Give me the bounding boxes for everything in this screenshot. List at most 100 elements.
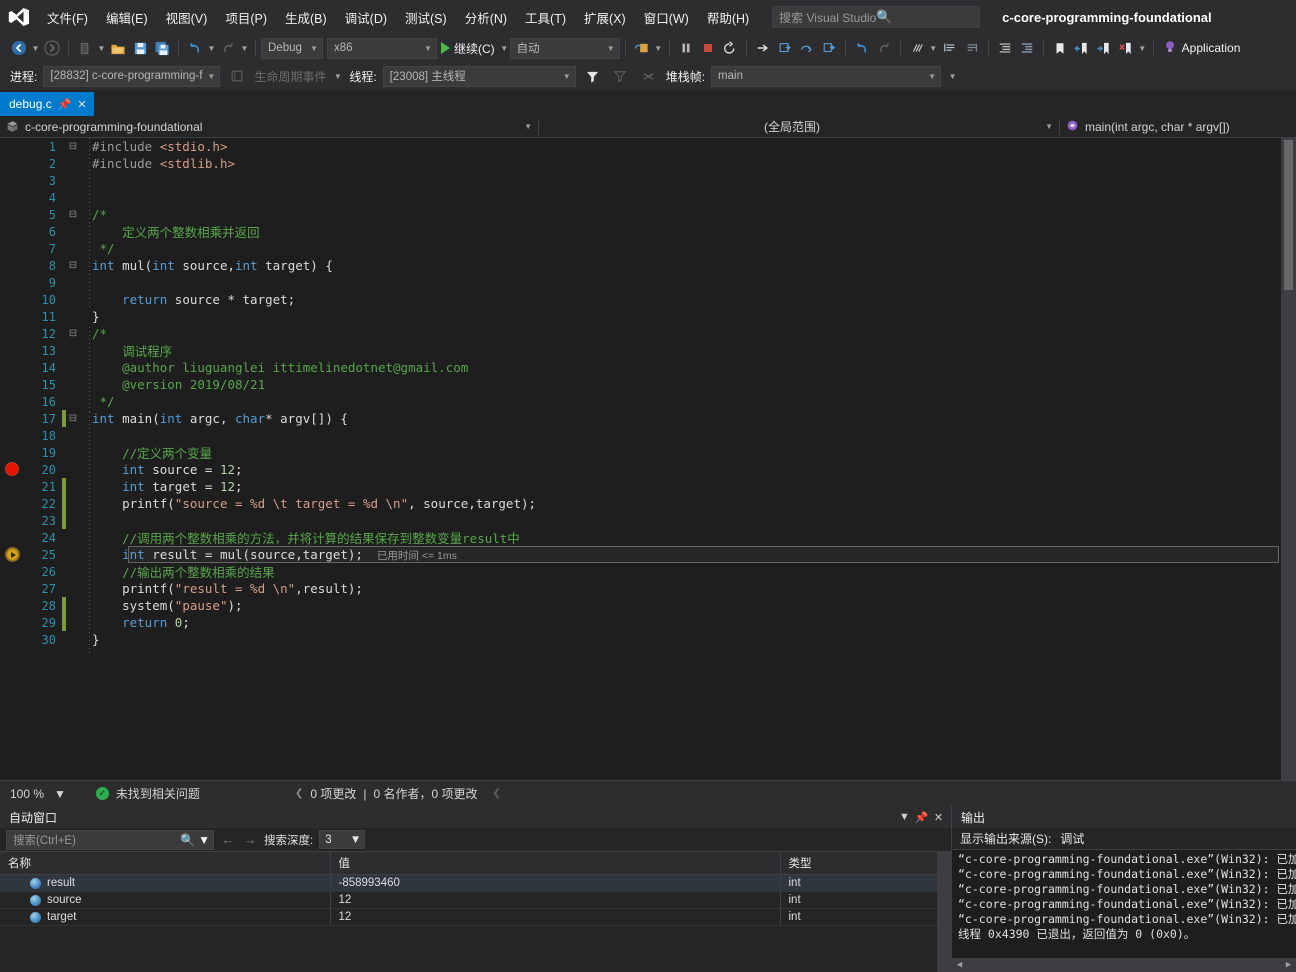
cell-value[interactable]: 12 xyxy=(330,908,781,926)
pause-icon[interactable] xyxy=(675,37,697,59)
code-line[interactable]: 26 //输出两个整数相乘的结果 xyxy=(28,563,1281,581)
debug-target-combo[interactable]: 自动 ▼ xyxy=(509,37,620,59)
menu-file[interactable]: 文件(F) xyxy=(38,4,97,31)
code-line[interactable]: 25 int result = mul(source,target); 已用时间 … xyxy=(28,546,1281,563)
increase-indent-icon[interactable] xyxy=(994,37,1016,59)
output-text[interactable]: “c-core-programming-foundational.exe”(Wi… xyxy=(952,850,1296,972)
filter-icon[interactable] xyxy=(582,65,604,87)
code-line[interactable]: 2 #include <stdlib.h> xyxy=(28,155,1281,172)
redo-icon[interactable] xyxy=(873,37,895,59)
redo-dropdown-icon[interactable]: ▼ xyxy=(239,44,250,53)
menu-test[interactable]: 测试(S) xyxy=(396,4,456,31)
tab-debug-c[interactable]: debug.c 📌 ✕ xyxy=(0,92,94,116)
fold-collapse-icon[interactable]: ⊟ xyxy=(66,141,80,152)
attach-to-process-icon[interactable] xyxy=(631,37,653,59)
code-line[interactable]: 1 ⊟ #include <stdio.h> xyxy=(28,138,1281,155)
menu-project[interactable]: 项目(P) xyxy=(216,4,276,31)
code-line[interactable]: 24 //调用两个整数相乘的方法，并将计算的结果保存到整数变量result中 xyxy=(28,529,1281,547)
code-line[interactable]: 20 int source = 12; xyxy=(28,461,1281,478)
menu-build[interactable]: 生成(B) xyxy=(276,4,336,31)
flag-threads-icon[interactable] xyxy=(610,65,632,87)
open-file-icon[interactable] xyxy=(107,37,129,59)
show-next-statement-icon[interactable] xyxy=(752,37,774,59)
menu-window[interactable]: 窗口(W) xyxy=(635,4,698,31)
menu-edit[interactable]: 编辑(E) xyxy=(97,4,157,31)
code-line[interactable]: 14 @author liuguanglei ittimelinedotnet@… xyxy=(28,359,1281,376)
autos-search-input[interactable]: 搜索(Ctrl+E) 🔍 ▼ xyxy=(6,829,214,850)
current-statement-marker[interactable] xyxy=(5,547,20,562)
new-dropdown-icon[interactable]: ▼ xyxy=(96,44,107,53)
intellicode-dropdown-icon[interactable]: ▼ xyxy=(928,44,939,53)
undo-icon[interactable] xyxy=(184,37,206,59)
chevron-left-icon[interactable]: ❮ xyxy=(295,788,303,799)
intellicode-icon[interactable] xyxy=(906,37,928,59)
arrow-right-icon[interactable]: → xyxy=(242,832,258,847)
breakpoint-marker[interactable] xyxy=(5,462,19,476)
code-line[interactable]: 3 xyxy=(28,172,1281,189)
code-line[interactable]: 18 xyxy=(28,427,1281,444)
table-row[interactable]: result -858993460 int xyxy=(0,874,951,892)
code-line[interactable]: 13 调试程序 xyxy=(28,342,1281,360)
menu-view[interactable]: 视图(V) xyxy=(157,4,217,31)
menu-analyze[interactable]: 分析(N) xyxy=(456,4,516,31)
code-line[interactable]: 23 xyxy=(28,512,1281,529)
uncomment-selection-icon[interactable] xyxy=(961,37,983,59)
solution-configuration-combo[interactable]: Debug ▼ xyxy=(261,37,323,59)
save-all-icon[interactable] xyxy=(151,37,173,59)
code-line[interactable]: 28 system("pause"); xyxy=(28,597,1281,614)
freeze-threads-icon[interactable] xyxy=(638,65,660,87)
output-horizontal-scrollbar[interactable]: ◀ ▶ xyxy=(952,958,1296,972)
fold-collapse-icon[interactable]: ⊟ xyxy=(66,328,80,339)
pin-icon[interactable]: 📌 xyxy=(58,98,72,111)
code-line[interactable]: 15 @version 2019/08/21 xyxy=(28,376,1281,393)
close-icon[interactable]: ✕ xyxy=(77,98,86,111)
autos-vertical-scrollbar[interactable] xyxy=(937,852,951,972)
code-line[interactable]: 7 */ xyxy=(28,240,1281,257)
navbar-project-dropdown[interactable]: c-core-programming-foundational ▼ xyxy=(0,116,538,138)
scrollbar-thumb[interactable] xyxy=(1284,140,1293,290)
col-type[interactable]: 类型 xyxy=(780,852,951,875)
continue-button[interactable]: 继续(C) xyxy=(437,40,499,57)
glyph-margin[interactable] xyxy=(0,138,28,780)
code-line[interactable]: 17 ⊟ int main(int argc, char* argv[]) { xyxy=(28,410,1281,427)
stack-frame-combo[interactable]: main ▼ xyxy=(711,65,942,87)
back-dropdown-icon[interactable]: ▼ xyxy=(30,44,41,53)
code-line[interactable]: 12 ⊟ /* xyxy=(28,325,1281,342)
fold-collapse-icon[interactable]: ⊟ xyxy=(66,260,80,271)
code-line[interactable]: 4 xyxy=(28,189,1281,206)
chevron-right-icon[interactable]: ▶ xyxy=(1282,958,1295,972)
continue-dropdown-icon[interactable]: ▼ xyxy=(499,44,510,53)
save-icon[interactable] xyxy=(129,37,151,59)
step-over-icon[interactable] xyxy=(796,37,818,59)
fold-collapse-icon[interactable]: ⊟ xyxy=(66,413,80,424)
code-line[interactable]: 21 int target = 12; xyxy=(28,478,1281,495)
quick-search-input[interactable]: 搜索 Visual Studio (Ctrl+Q) 🔍 xyxy=(772,6,981,28)
code-health-indicator[interactable]: ✓ 未找到相关问题 xyxy=(76,785,200,802)
lifecycle-dropdown-icon[interactable]: ▼ xyxy=(332,72,343,81)
chevron-down-icon[interactable]: ▼ xyxy=(195,833,210,847)
table-row[interactable]: target 12 int xyxy=(0,908,951,926)
window-menu-icon[interactable]: ▼ xyxy=(896,809,913,826)
solution-platform-combo[interactable]: x86 ▼ xyxy=(327,37,437,59)
table-row[interactable]: source 12 int xyxy=(0,891,951,909)
thread-combo[interactable]: [23008] 主线程 ▼ xyxy=(382,65,576,87)
menu-debug[interactable]: 调试(D) xyxy=(336,4,396,31)
decrease-indent-icon[interactable] xyxy=(1016,37,1038,59)
step-into-icon[interactable] xyxy=(774,37,796,59)
comment-selection-icon[interactable] xyxy=(939,37,961,59)
menu-help[interactable]: 帮助(H) xyxy=(698,4,758,31)
navigate-back-icon[interactable] xyxy=(8,37,30,59)
code-line[interactable]: 16 */ xyxy=(28,393,1281,410)
previous-bookmark-icon[interactable] xyxy=(1071,37,1093,59)
code-line[interactable]: 9 xyxy=(28,274,1281,291)
code-text-area[interactable]: 1 ⊟ #include <stdio.h> 2 #include <stdlib.h>… xyxy=(28,138,1281,780)
chevron-left-icon[interactable]: ◀ xyxy=(953,958,966,972)
zoom-level-combo[interactable]: 100 % ▼ xyxy=(0,787,76,801)
close-icon[interactable]: ✕ xyxy=(930,809,947,826)
code-line[interactable]: 6 定义两个整数相乘并返回 xyxy=(28,223,1281,241)
undo-dropdown-icon[interactable]: ▼ xyxy=(206,44,217,53)
code-line[interactable]: 27 printf("result = %d \n",result); xyxy=(28,580,1281,597)
fold-collapse-icon[interactable]: ⊟ xyxy=(66,209,80,220)
bookmarks-dropdown-icon[interactable]: ▼ xyxy=(1137,44,1148,53)
navigate-forward-icon[interactable] xyxy=(41,37,63,59)
